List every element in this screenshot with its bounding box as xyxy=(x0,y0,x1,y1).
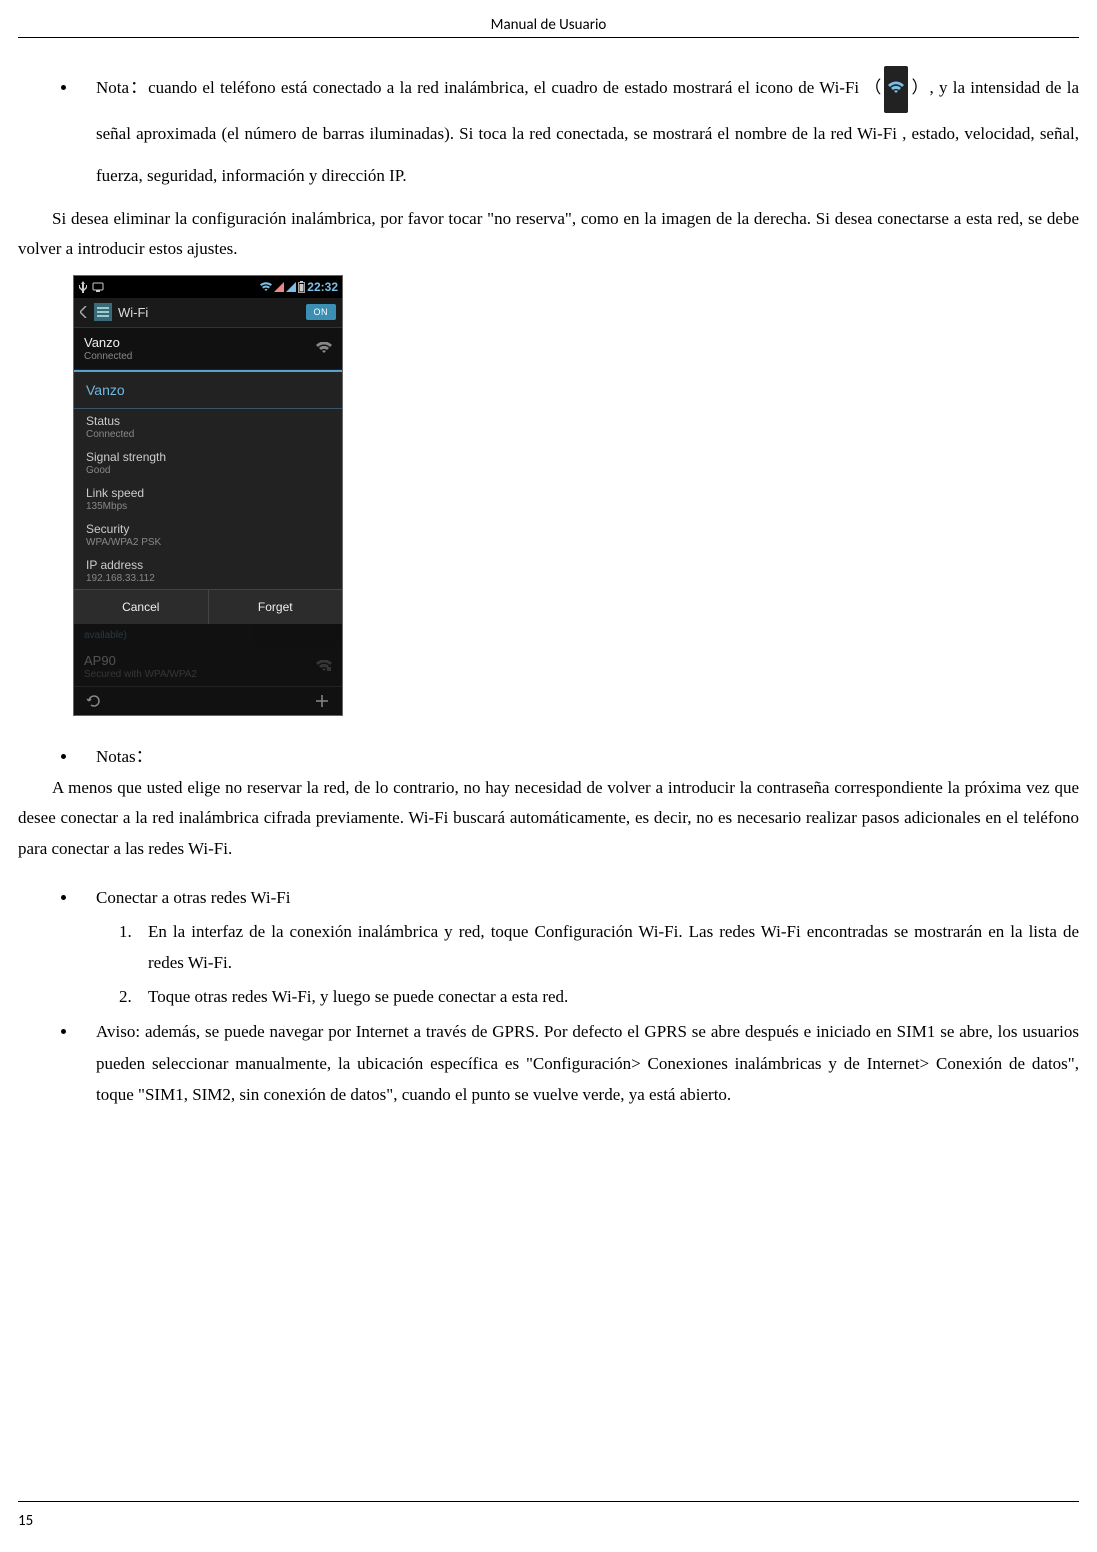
flow-para-1: Si desea eliminar la configuración inalá… xyxy=(18,204,1079,265)
ip-value: 192.168.33.112 xyxy=(86,573,330,584)
network-row-1[interactable]: Vanzo Connected xyxy=(74,328,342,370)
network-name: Vanzo xyxy=(84,335,132,350)
wifi-icon xyxy=(884,66,908,113)
appbar-title: Wi-Fi xyxy=(118,305,148,320)
link-value: 135Mbps xyxy=(86,501,330,512)
refresh-icon[interactable] xyxy=(86,693,102,709)
dialog-row-security: Security WPA/WPA2 PSK xyxy=(74,517,342,553)
add-icon[interactable] xyxy=(314,693,330,709)
signal-value: Good xyxy=(86,465,330,476)
conectar-title: Conectar a otras redes Wi-Fi xyxy=(96,888,290,907)
bullet-list-conectar: Conectar a otras redes Wi-Fi En la inter… xyxy=(78,882,1079,1110)
network2-name: AP90 xyxy=(84,653,197,668)
usb-icon xyxy=(78,281,88,293)
notas-item: Notas： xyxy=(78,742,1079,767)
page-header: Manual de Usuario xyxy=(0,0,1097,37)
page-content: Nota：cuando el teléfono está conectado a… xyxy=(0,66,1097,1111)
step-2: Toque otras redes Wi-Fi, y luego se pued… xyxy=(136,981,1079,1012)
available-label: available) xyxy=(74,624,342,647)
network2-sub: Secured with WPA/WPA2 xyxy=(84,669,197,680)
bullet-list-notas: Notas： xyxy=(78,742,1079,767)
signal1-icon xyxy=(274,282,284,292)
wifi-status-icon xyxy=(260,282,272,292)
footer-rule xyxy=(18,1501,1079,1502)
available-text: available) xyxy=(84,630,127,641)
security-label: Security xyxy=(86,522,330,536)
signal2-icon xyxy=(286,282,296,292)
bullet-list-nota: Nota：cuando el teléfono está conectado a… xyxy=(78,66,1079,198)
bottom-bar xyxy=(74,686,342,715)
signal-label: Signal strength xyxy=(86,450,330,464)
step-1: En la interfaz de la conexión inalámbric… xyxy=(136,916,1079,979)
forget-button[interactable]: Forget xyxy=(209,590,343,624)
wifi-toggle[interactable]: ON xyxy=(306,304,337,320)
network-row-2[interactable]: AP90 Secured with WPA/WPA2 xyxy=(74,647,342,686)
page-number: 15 xyxy=(18,1512,33,1530)
debug-icon xyxy=(92,282,104,292)
ip-label: IP address xyxy=(86,558,330,572)
dialog-row-ip: IP address 192.168.33.112 xyxy=(74,553,342,589)
wifi-dialog: Vanzo Status Connected Signal strength G… xyxy=(74,370,342,624)
back-icon[interactable] xyxy=(80,306,88,318)
statusbar: 22:32 xyxy=(74,276,342,298)
settings-tile-icon xyxy=(94,303,112,321)
nota-text1: cuando el teléfono está conectado a la r… xyxy=(148,78,882,97)
flow-para-2: A menos que usted elige no reservar la r… xyxy=(18,773,1079,865)
security-value: WPA/WPA2 PSK xyxy=(86,537,330,548)
dialog-buttons: Cancel Forget xyxy=(74,589,342,624)
battery-icon xyxy=(298,281,305,293)
conectar-item: Conectar a otras redes Wi-Fi En la inter… xyxy=(78,882,1079,1012)
statusbar-time: 22:32 xyxy=(307,280,338,294)
dialog-row-signal: Signal strength Good xyxy=(74,445,342,481)
appbar: Wi-Fi ON xyxy=(74,298,342,328)
dialog-title: Vanzo xyxy=(74,372,342,409)
status-label: Status xyxy=(86,414,330,428)
wifi-locked-icon xyxy=(316,660,332,672)
aviso-item: Aviso: además, se puede navegar por Inte… xyxy=(78,1016,1079,1110)
cancel-button[interactable]: Cancel xyxy=(74,590,209,624)
ordered-steps: En la interfaz de la conexión inalámbric… xyxy=(136,916,1079,1012)
dialog-row-link: Link speed 135Mbps xyxy=(74,481,342,517)
wifi-strength-icon xyxy=(316,342,332,354)
network-status: Connected xyxy=(84,351,132,362)
nota-label: Nota： xyxy=(96,78,148,97)
dialog-row-status: Status Connected xyxy=(74,409,342,445)
notas-label: Notas： xyxy=(96,747,153,766)
link-label: Link speed xyxy=(86,486,330,500)
phone-screenshot: 22:32 Wi-Fi ON Vanzo Connected Vanzo Sta… xyxy=(73,275,343,716)
status-value: Connected xyxy=(86,429,330,440)
nota-item: Nota：cuando el teléfono está conectado a… xyxy=(78,66,1079,198)
header-rule xyxy=(18,37,1079,38)
